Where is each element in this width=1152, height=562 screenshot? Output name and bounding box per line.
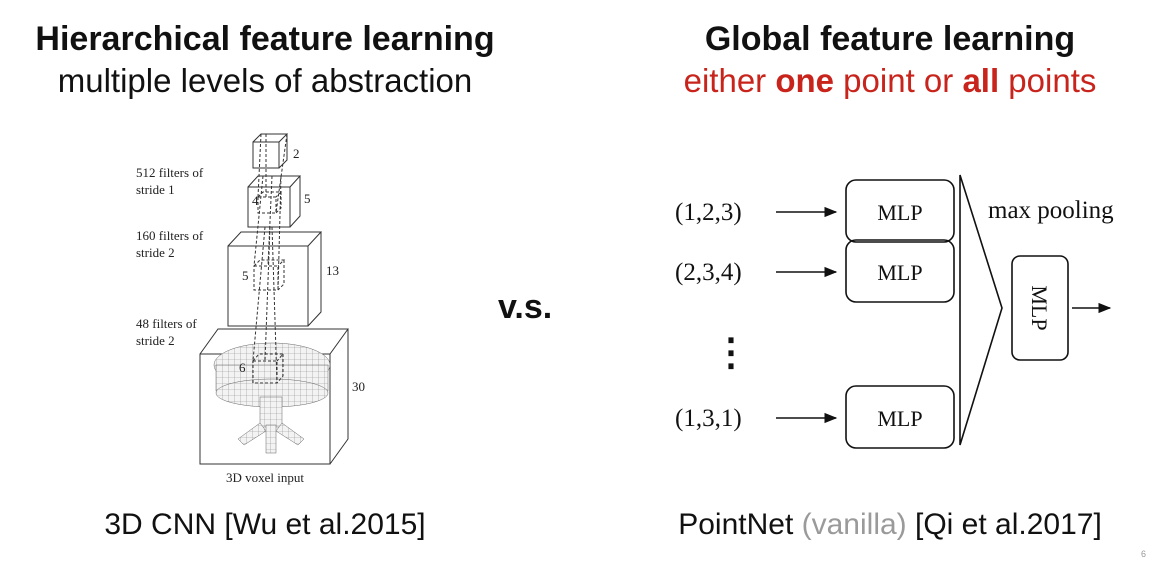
mlp-label-2: MLP [877, 260, 922, 285]
layer-label-3-line1: 48 filters of [136, 316, 197, 331]
caption-post: [Qi et al.2017] [906, 508, 1102, 541]
right-title: Global feature learning [704, 20, 1076, 58]
corner-mark: 6 [1141, 549, 1147, 559]
left-title: Hierarchical feature learning [35, 20, 495, 58]
ellipsis: ⋮ [712, 332, 750, 374]
subtitle-pre: either [683, 62, 776, 99]
layer4-cube [252, 133, 289, 169]
size-label-5-mid: 5 [242, 268, 249, 283]
pointnet-diagram: (1,2,3) (2,3,4) (1,3,1) ⋮ MLP MLP MLP ma… [675, 174, 1114, 449]
max-pooling-label: max pooling [988, 197, 1114, 224]
right-caption: PointNet (vanilla) [Qi et al.2017] [640, 508, 1140, 542]
subtitle-one: one [775, 62, 835, 99]
vs-label: v.s. [498, 288, 553, 326]
caption-pre: PointNet [678, 508, 802, 541]
size-label-4: 4 [252, 193, 259, 208]
cnn-diagram: 512 filters of stride 1 160 filters of s… [136, 133, 365, 485]
layer-label-1-line2: stride 1 [136, 182, 175, 197]
subtitle-mid: point or [834, 62, 963, 99]
size-label-30: 30 [352, 379, 365, 394]
mlp-label-3: MLP [877, 406, 922, 431]
subtitle-post: points [999, 62, 1097, 99]
input-label: 3D voxel input [226, 470, 304, 485]
final-mlp-label: MLP [1027, 285, 1052, 330]
point-2: (2,3,4) [675, 259, 742, 286]
size-label-13: 13 [326, 263, 339, 278]
point-1: (1,2,3) [675, 199, 742, 226]
size-label-5-top: 5 [304, 191, 311, 206]
layer-label-2-line2: stride 2 [136, 245, 175, 260]
left-subtitle: multiple levels of abstraction [57, 62, 473, 99]
size-label-6: 6 [239, 360, 246, 375]
caption-vanilla: (vanilla) [801, 508, 907, 541]
left-caption: 3D CNN [Wu et al.2015] [104, 508, 426, 541]
layer-label-2-line1: 160 filters of [136, 228, 204, 243]
layer-label-3-line2: stride 2 [136, 333, 175, 348]
mlp-label-1: MLP [877, 200, 922, 225]
voxel-object [213, 342, 331, 454]
subtitle-all: all [962, 62, 1000, 99]
size-label-2: 2 [293, 146, 300, 161]
layer-label-1-line1: 512 filters of [136, 165, 204, 180]
right-subtitle: either one point or all points [640, 62, 1140, 100]
point-3: (1,3,1) [675, 405, 742, 432]
